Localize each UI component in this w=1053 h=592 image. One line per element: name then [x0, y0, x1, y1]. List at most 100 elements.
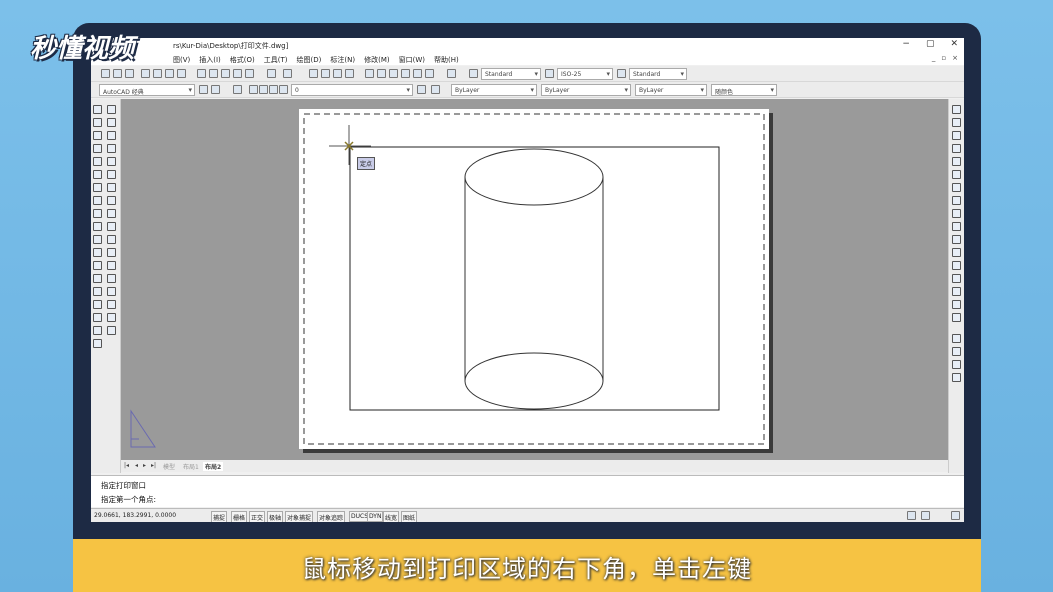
copy-object-icon[interactable] [952, 118, 961, 127]
plotstyle-select[interactable]: 随颜色 [711, 84, 777, 96]
dim-angular-icon[interactable] [107, 196, 116, 205]
zoom-window-icon[interactable] [333, 69, 342, 78]
region-icon[interactable] [93, 313, 102, 322]
redo-icon[interactable] [283, 69, 292, 78]
gradient-icon[interactable] [93, 300, 102, 309]
dim-radius-icon[interactable] [107, 157, 116, 166]
workspace-select[interactable]: AutoCAD 经典 [99, 84, 195, 96]
offset-icon[interactable] [952, 144, 961, 153]
spline-icon[interactable] [93, 209, 102, 218]
ellipse-arc-icon[interactable] [93, 235, 102, 244]
lock-toolbar-icon[interactable] [921, 511, 930, 520]
workspace-save-icon[interactable] [211, 85, 220, 94]
dim-style-icon-2[interactable] [107, 326, 116, 335]
copy-icon[interactable] [209, 69, 218, 78]
palette-icon[interactable] [389, 69, 398, 78]
sheet-icon[interactable] [401, 69, 410, 78]
tab-nav-prev[interactable]: ◂ [135, 462, 138, 469]
match-icon[interactable] [233, 69, 242, 78]
leader-icon[interactable] [107, 248, 116, 257]
erase-icon[interactable] [952, 105, 961, 114]
break-at-point-icon[interactable] [952, 248, 961, 257]
dim-jogged-icon[interactable] [107, 170, 116, 179]
polygon-icon[interactable] [93, 144, 102, 153]
text-style-select[interactable]: Standard [481, 68, 541, 80]
dim-edit-icon[interactable] [107, 287, 116, 296]
layer-manager-icon[interactable] [233, 85, 242, 94]
draworder-back-icon[interactable] [952, 347, 961, 356]
3d-icon[interactable] [177, 69, 186, 78]
menu-help[interactable]: 帮助(H) [434, 55, 459, 65]
menu-window[interactable]: 窗口(W) [399, 55, 425, 65]
help-icon[interactable] [447, 69, 456, 78]
minimize-button[interactable]: − [902, 39, 910, 49]
center-mark-icon[interactable] [107, 274, 116, 283]
cut-icon[interactable] [197, 69, 206, 78]
scale-icon[interactable] [952, 196, 961, 205]
explode-icon[interactable] [952, 313, 961, 322]
status-paper[interactable]: 图纸 [401, 511, 418, 522]
dim-baseline-icon[interactable] [107, 222, 116, 231]
mirror-icon[interactable] [952, 131, 961, 140]
make-current-layer-icon[interactable] [417, 85, 426, 94]
menu-dimension[interactable]: 标注(N) [330, 55, 355, 65]
new-icon[interactable] [101, 69, 110, 78]
doc-minimize-button[interactable]: _ [932, 54, 936, 62]
rectangle-icon[interactable] [93, 157, 102, 166]
arc-icon[interactable] [93, 170, 102, 179]
dim-update-icon[interactable] [107, 313, 116, 322]
draworder-under-icon[interactable] [952, 373, 961, 382]
undo-icon[interactable] [267, 69, 276, 78]
paste-icon[interactable] [221, 69, 230, 78]
status-snap[interactable]: 捕捉 [211, 511, 228, 522]
status-grid[interactable]: 栅格 [231, 511, 248, 522]
communication-center-icon[interactable] [907, 511, 916, 520]
lineweight-select[interactable]: ByLayer [635, 84, 707, 96]
menu-tools[interactable]: 工具(T) [264, 55, 288, 65]
rotate-icon[interactable] [952, 183, 961, 192]
status-dyn[interactable]: DYN [367, 511, 384, 522]
chamfer-icon[interactable] [952, 287, 961, 296]
calc-icon[interactable] [425, 69, 434, 78]
insert-block-icon[interactable] [93, 248, 102, 257]
zoom-icon[interactable] [321, 69, 330, 78]
menu-insert[interactable]: 插入(I) [199, 55, 221, 65]
extend-icon[interactable] [952, 235, 961, 244]
tab-nav-first[interactable]: |◂ [124, 462, 129, 469]
zoom-prev-icon[interactable] [345, 69, 354, 78]
dim-aligned-icon[interactable] [107, 118, 116, 127]
doc-close-button[interactable]: × [952, 54, 958, 62]
polyline-icon[interactable] [93, 131, 102, 140]
status-osnap[interactable]: 对象捕捉 [285, 511, 314, 522]
status-otrack[interactable]: 对象追踪 [317, 511, 346, 522]
print-icon[interactable] [141, 69, 150, 78]
menu-view[interactable]: 图(V) [173, 55, 190, 65]
break-icon[interactable] [952, 261, 961, 270]
status-ortho[interactable]: 正交 [249, 511, 266, 522]
trim-icon[interactable] [952, 222, 961, 231]
workspace-settings-icon[interactable] [199, 85, 208, 94]
menu-modify[interactable]: 修改(M) [364, 55, 390, 65]
quick-dim-icon[interactable] [107, 209, 116, 218]
command-window[interactable]: 指定打印窗口 指定第一个角点: [91, 475, 964, 507]
stretch-icon[interactable] [952, 209, 961, 218]
color-select[interactable]: ByLayer [451, 84, 537, 96]
status-polar[interactable]: 极轴 [267, 511, 284, 522]
construction-line-icon[interactable] [93, 118, 102, 127]
layer-previous-icon[interactable] [431, 85, 440, 94]
status-lineweight[interactable]: 线宽 [383, 511, 400, 522]
menu-draw[interactable]: 绘图(D) [297, 55, 322, 65]
tab-layout-2[interactable]: 布局2 [203, 462, 224, 471]
linetype-select[interactable]: ByLayer [541, 84, 631, 96]
move-icon[interactable] [952, 170, 961, 179]
design-center-icon[interactable] [377, 69, 386, 78]
point-icon[interactable] [93, 274, 102, 283]
dim-text-edit-icon[interactable] [107, 300, 116, 309]
tab-layout-1[interactable]: 布局1 [183, 462, 199, 471]
dim-ordinate-icon[interactable] [107, 144, 116, 153]
dim-style-select[interactable]: ISO-25 [557, 68, 613, 80]
pan-icon[interactable] [309, 69, 318, 78]
drawing-area[interactable] [121, 99, 948, 463]
make-block-icon[interactable] [93, 261, 102, 270]
maximize-button[interactable]: ▢ [926, 39, 935, 49]
